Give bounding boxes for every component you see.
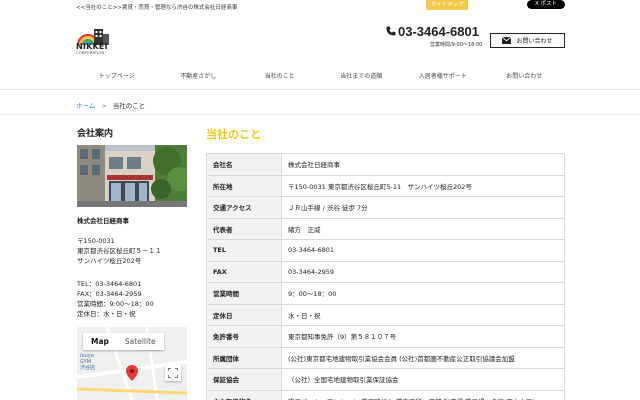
table-key-cell: 所属団体 [206,346,282,369]
table-row: 会社名 株式会社日経商事 [206,153,565,176]
sitemap-button[interactable]: サイトマップ [426,0,468,10]
map-poi-line: 渋谷店 [80,365,96,371]
table-row: FAX 03-3464-2959 [206,260,565,283]
sidebar-title: 会社案内 [77,129,114,139]
breadcrumb-separator: > [101,102,107,110]
table-key-cell: 交通アクセス [206,196,282,219]
breadcrumb-home[interactable]: ホーム [76,102,95,110]
table-key-cell: FAX [206,260,282,283]
table-value-cell: 03-3464-2959 [281,260,565,283]
sidebar-contact-info: TEL：03-3464-6801 FAX：03-3464-2959 営業時間：9… [77,279,154,319]
table-value-cell: 9：00～18：00 [281,282,565,305]
breadcrumb-current: 当社のこと [112,102,146,110]
google-map[interactable]: Map Satellite ibuya GYM 渋谷店 [77,327,187,400]
map-tab-satellite[interactable]: Satellite [117,333,164,350]
nav-divider [0,89,640,90]
table-row: 保証協会 （公社）全国宅地建物取引業保証協会 [206,368,565,391]
map-pin-icon[interactable] [126,365,138,381]
office-photo [77,145,187,207]
table-value-cell: ＪＲ山手線 / 渋谷 徒歩 7分 [281,196,565,219]
sidebar-address: 〒150-0031 東京都渋谷区桜丘町５－１１ サンハイツ桜丘202号 [77,236,162,266]
page-title: 当社のこと [206,128,261,141]
breadcrumb-divider [0,114,640,115]
sidebar-address-line: 東京都渋谷区桜丘町５－１１ [77,247,162,255]
company-info-table: 会社名 株式会社日経商事 所在地 〒150-0031 東京都渋谷区桜丘町5-11 サン… [206,153,565,400]
table-key-cell: 所在地 [206,174,282,197]
sidebar-fax: FAX：03-3464-2959 [77,290,142,298]
contact-button-label: お問い合わせ [516,38,553,45]
table-value-cell: 貸アパート・マンション 貸戸建ほか 賃事務所・店舗 駐車場 貸工場・倉庫 売中古… [281,389,565,400]
table-row: 代表者 緒方 正威 [206,217,565,240]
map-tab-map[interactable]: Map [83,333,117,350]
breadcrumb: ホーム > 当社のこと [76,100,145,110]
table-row: 営業時間 9：00～18：00 [206,282,565,305]
business-hours: 営業時間/9:00〜18:00 [430,42,483,48]
table-value-cell: 東京都知事免許（9）第５８１０７号 [281,325,565,348]
table-value-cell: （公社）全国宅地建物取引業保証協会 [281,368,565,391]
fullscreen-icon [168,368,178,378]
table-value-cell: 03-3464-6801 [281,239,565,262]
map-fullscreen-button[interactable] [165,365,181,381]
table-row: 免許番号 東京都知事免許（9）第５８１０７号 [206,325,565,348]
contact-button[interactable]: お問い合わせ [490,33,565,48]
table-key-cell: 定休日 [206,303,282,326]
sidebar-hours: 営業時間：9:00～18：00 [77,300,154,308]
table-key-cell: 代表者 [206,217,282,240]
table-value-cell: (公社)東京都宅地建物取引業協会会員 (公社)首都圏不動産公正取引協議会加盟 [281,346,565,369]
table-key-cell: 主な取扱物件 [206,389,282,400]
nav-item-about[interactable]: 当社のこと [239,68,321,86]
nav-item-contact[interactable]: お問い合わせ [484,68,566,86]
nav-item-search[interactable]: 不動産さがし [158,68,240,86]
header-tagline: <<当社のこと>>賃貸・売買・管理なら渋谷の株式会社日経商事 [76,5,238,11]
table-key-cell: 免許番号 [206,325,282,348]
table-key-cell: 会社名 [206,153,282,176]
mail-icon [502,37,512,44]
nav-item-tenant-support[interactable]: 入居者様サポート [402,68,484,86]
table-row: 定休日 水・日・祝 [206,303,565,326]
table-value-cell: 株式会社日経商事 [281,153,565,176]
table-value-cell: 〒150-0031 東京都渋谷区桜丘町5-11 サンハイツ桜丘202号 [281,174,565,197]
nav-item-directions[interactable]: 当社までの道順 [321,68,403,86]
sidebar-company-name: 株式会社日経商事 [77,217,129,225]
logo-text: NIKKEI [76,42,108,51]
sidebar-address-line: サンハイツ桜丘202号 [77,257,142,265]
map-type-tabs: Map Satellite [83,333,164,350]
table-key-cell: 保証協会 [206,368,282,391]
phone-icon [386,26,396,36]
table-key-cell: TEL [206,239,282,262]
table-row: TEL 03-3464-6801 [206,239,565,262]
table-row: 所在地 〒150-0031 東京都渋谷区桜丘町5-11 サンハイツ桜丘202号 [206,174,565,197]
table-value-cell: 緒方 正威 [281,217,565,240]
table-value-cell: 水・日・祝 [281,303,565,326]
x-post-button[interactable]: X ポスト [527,0,565,9]
table-key-cell: 営業時間 [206,282,282,305]
phone-number: 03-3464-6801 [398,24,479,39]
logo-subtext: CORPORATION [76,51,105,55]
nav-item-top[interactable]: トップページ [76,68,158,86]
sidebar-holiday: 定休日：水・日・祝 [77,310,136,318]
map-poi-label: ibuya GYM 渋谷店 [80,353,95,371]
table-row: 主な取扱物件貸アパート・マンション 貸戸建ほか 賃事務所・店舗 駐車場 貸工場・… [206,389,565,400]
sidebar-tel: TEL：03-3464-6801 [77,280,142,288]
main-nav: トップページ 不動産さがし 当社のこと 当社までの道順 入居者様サポート お問い… [76,68,565,86]
table-row: 所属団体 (公社)東京都宅地建物取引業協会会員 (公社)首都圏不動産公正取引協議会… [206,346,565,369]
table-row: 交通アクセス ＪＲ山手線 / 渋谷 徒歩 7分 [206,196,565,219]
sidebar-address-line: 〒150-0031 [77,237,115,245]
